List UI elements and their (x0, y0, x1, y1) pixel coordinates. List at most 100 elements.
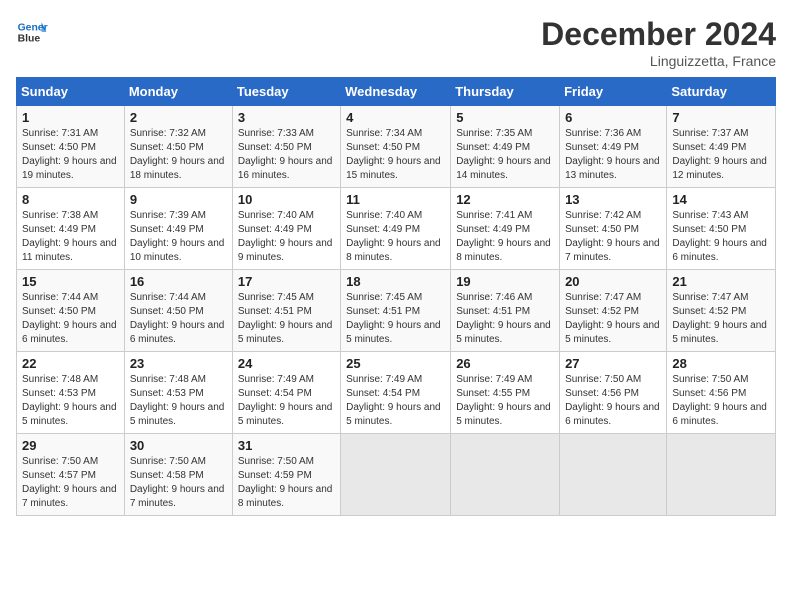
day-info: Sunrise: 7:43 AM Sunset: 4:50 PM Dayligh… (672, 209, 770, 265)
day-info: Sunrise: 7:49 AM Sunset: 4:55 PM Dayligh… (456, 373, 554, 429)
calendar-cell: 3 Sunrise: 7:33 AM Sunset: 4:50 PM Dayli… (232, 106, 340, 188)
day-info: Sunrise: 7:50 AM Sunset: 4:59 PM Dayligh… (238, 455, 335, 511)
calendar-cell: 12 Sunrise: 7:41 AM Sunset: 4:49 PM Dayl… (451, 188, 560, 270)
col-wednesday: Wednesday (341, 78, 451, 106)
calendar-week-3: 15 Sunrise: 7:44 AM Sunset: 4:50 PM Dayl… (17, 270, 776, 352)
day-number: 26 (456, 356, 554, 371)
calendar-cell: 5 Sunrise: 7:35 AM Sunset: 4:49 PM Dayli… (451, 106, 560, 188)
day-number: 8 (22, 192, 119, 207)
day-number: 6 (565, 110, 661, 125)
day-info: Sunrise: 7:50 AM Sunset: 4:56 PM Dayligh… (672, 373, 770, 429)
day-info: Sunrise: 7:44 AM Sunset: 4:50 PM Dayligh… (22, 291, 119, 347)
day-number: 22 (22, 356, 119, 371)
day-info: Sunrise: 7:34 AM Sunset: 4:50 PM Dayligh… (346, 127, 445, 183)
calendar-cell: 2 Sunrise: 7:32 AM Sunset: 4:50 PM Dayli… (124, 106, 232, 188)
day-number: 15 (22, 274, 119, 289)
day-number: 25 (346, 356, 445, 371)
day-number: 10 (238, 192, 335, 207)
calendar-cell: 16 Sunrise: 7:44 AM Sunset: 4:50 PM Dayl… (124, 270, 232, 352)
day-info: Sunrise: 7:48 AM Sunset: 4:53 PM Dayligh… (130, 373, 227, 429)
calendar-cell: 30 Sunrise: 7:50 AM Sunset: 4:58 PM Dayl… (124, 434, 232, 516)
day-info: Sunrise: 7:50 AM Sunset: 4:57 PM Dayligh… (22, 455, 119, 511)
day-number: 20 (565, 274, 661, 289)
day-number: 3 (238, 110, 335, 125)
calendar-cell: 14 Sunrise: 7:43 AM Sunset: 4:50 PM Dayl… (667, 188, 776, 270)
day-number: 13 (565, 192, 661, 207)
day-info: Sunrise: 7:31 AM Sunset: 4:50 PM Dayligh… (22, 127, 119, 183)
day-number: 14 (672, 192, 770, 207)
calendar-cell (451, 434, 560, 516)
location: Linguizzetta, France (541, 53, 776, 69)
day-number: 30 (130, 438, 227, 453)
title-block: December 2024 Linguizzetta, France (541, 16, 776, 69)
calendar-cell: 31 Sunrise: 7:50 AM Sunset: 4:59 PM Dayl… (232, 434, 340, 516)
day-info: Sunrise: 7:33 AM Sunset: 4:50 PM Dayligh… (238, 127, 335, 183)
col-sunday: Sunday (17, 78, 125, 106)
day-info: Sunrise: 7:41 AM Sunset: 4:49 PM Dayligh… (456, 209, 554, 265)
day-number: 23 (130, 356, 227, 371)
day-number: 21 (672, 274, 770, 289)
calendar-header-row: Sunday Monday Tuesday Wednesday Thursday… (17, 78, 776, 106)
day-info: Sunrise: 7:37 AM Sunset: 4:49 PM Dayligh… (672, 127, 770, 183)
calendar-cell: 11 Sunrise: 7:40 AM Sunset: 4:49 PM Dayl… (341, 188, 451, 270)
calendar-week-2: 8 Sunrise: 7:38 AM Sunset: 4:49 PM Dayli… (17, 188, 776, 270)
calendar-cell: 22 Sunrise: 7:48 AM Sunset: 4:53 PM Dayl… (17, 352, 125, 434)
day-info: Sunrise: 7:50 AM Sunset: 4:58 PM Dayligh… (130, 455, 227, 511)
day-number: 31 (238, 438, 335, 453)
day-number: 19 (456, 274, 554, 289)
day-number: 29 (22, 438, 119, 453)
day-info: Sunrise: 7:38 AM Sunset: 4:49 PM Dayligh… (22, 209, 119, 265)
day-info: Sunrise: 7:47 AM Sunset: 4:52 PM Dayligh… (565, 291, 661, 347)
col-monday: Monday (124, 78, 232, 106)
col-tuesday: Tuesday (232, 78, 340, 106)
calendar-cell: 15 Sunrise: 7:44 AM Sunset: 4:50 PM Dayl… (17, 270, 125, 352)
day-number: 2 (130, 110, 227, 125)
calendar-table: Sunday Monday Tuesday Wednesday Thursday… (16, 77, 776, 516)
calendar-cell: 9 Sunrise: 7:39 AM Sunset: 4:49 PM Dayli… (124, 188, 232, 270)
calendar-body: 1 Sunrise: 7:31 AM Sunset: 4:50 PM Dayli… (17, 106, 776, 516)
day-number: 4 (346, 110, 445, 125)
day-info: Sunrise: 7:45 AM Sunset: 4:51 PM Dayligh… (346, 291, 445, 347)
day-number: 24 (238, 356, 335, 371)
col-friday: Friday (560, 78, 667, 106)
calendar-cell (341, 434, 451, 516)
day-info: Sunrise: 7:48 AM Sunset: 4:53 PM Dayligh… (22, 373, 119, 429)
day-number: 5 (456, 110, 554, 125)
calendar-cell: 29 Sunrise: 7:50 AM Sunset: 4:57 PM Dayl… (17, 434, 125, 516)
day-info: Sunrise: 7:49 AM Sunset: 4:54 PM Dayligh… (346, 373, 445, 429)
col-thursday: Thursday (451, 78, 560, 106)
calendar-cell: 13 Sunrise: 7:42 AM Sunset: 4:50 PM Dayl… (560, 188, 667, 270)
calendar-cell: 4 Sunrise: 7:34 AM Sunset: 4:50 PM Dayli… (341, 106, 451, 188)
day-info: Sunrise: 7:44 AM Sunset: 4:50 PM Dayligh… (130, 291, 227, 347)
page-header: General Blue December 2024 Linguizzetta,… (16, 16, 776, 69)
calendar-cell: 27 Sunrise: 7:50 AM Sunset: 4:56 PM Dayl… (560, 352, 667, 434)
day-info: Sunrise: 7:35 AM Sunset: 4:49 PM Dayligh… (456, 127, 554, 183)
calendar-cell: 24 Sunrise: 7:49 AM Sunset: 4:54 PM Dayl… (232, 352, 340, 434)
calendar-week-1: 1 Sunrise: 7:31 AM Sunset: 4:50 PM Dayli… (17, 106, 776, 188)
calendar-cell: 1 Sunrise: 7:31 AM Sunset: 4:50 PM Dayli… (17, 106, 125, 188)
logo: General Blue (16, 16, 48, 48)
day-info: Sunrise: 7:32 AM Sunset: 4:50 PM Dayligh… (130, 127, 227, 183)
day-info: Sunrise: 7:40 AM Sunset: 4:49 PM Dayligh… (238, 209, 335, 265)
day-number: 12 (456, 192, 554, 207)
calendar-cell: 6 Sunrise: 7:36 AM Sunset: 4:49 PM Dayli… (560, 106, 667, 188)
day-info: Sunrise: 7:39 AM Sunset: 4:49 PM Dayligh… (130, 209, 227, 265)
calendar-cell: 23 Sunrise: 7:48 AM Sunset: 4:53 PM Dayl… (124, 352, 232, 434)
day-info: Sunrise: 7:50 AM Sunset: 4:56 PM Dayligh… (565, 373, 661, 429)
calendar-cell: 19 Sunrise: 7:46 AM Sunset: 4:51 PM Dayl… (451, 270, 560, 352)
calendar-cell: 7 Sunrise: 7:37 AM Sunset: 4:49 PM Dayli… (667, 106, 776, 188)
calendar-cell (667, 434, 776, 516)
svg-text:Blue: Blue (18, 34, 41, 45)
calendar-cell: 10 Sunrise: 7:40 AM Sunset: 4:49 PM Dayl… (232, 188, 340, 270)
day-number: 27 (565, 356, 661, 371)
day-info: Sunrise: 7:49 AM Sunset: 4:54 PM Dayligh… (238, 373, 335, 429)
day-number: 16 (130, 274, 227, 289)
calendar-cell: 28 Sunrise: 7:50 AM Sunset: 4:56 PM Dayl… (667, 352, 776, 434)
calendar-cell: 20 Sunrise: 7:47 AM Sunset: 4:52 PM Dayl… (560, 270, 667, 352)
day-number: 9 (130, 192, 227, 207)
day-info: Sunrise: 7:36 AM Sunset: 4:49 PM Dayligh… (565, 127, 661, 183)
col-saturday: Saturday (667, 78, 776, 106)
calendar-cell (560, 434, 667, 516)
day-number: 11 (346, 192, 445, 207)
calendar-week-4: 22 Sunrise: 7:48 AM Sunset: 4:53 PM Dayl… (17, 352, 776, 434)
